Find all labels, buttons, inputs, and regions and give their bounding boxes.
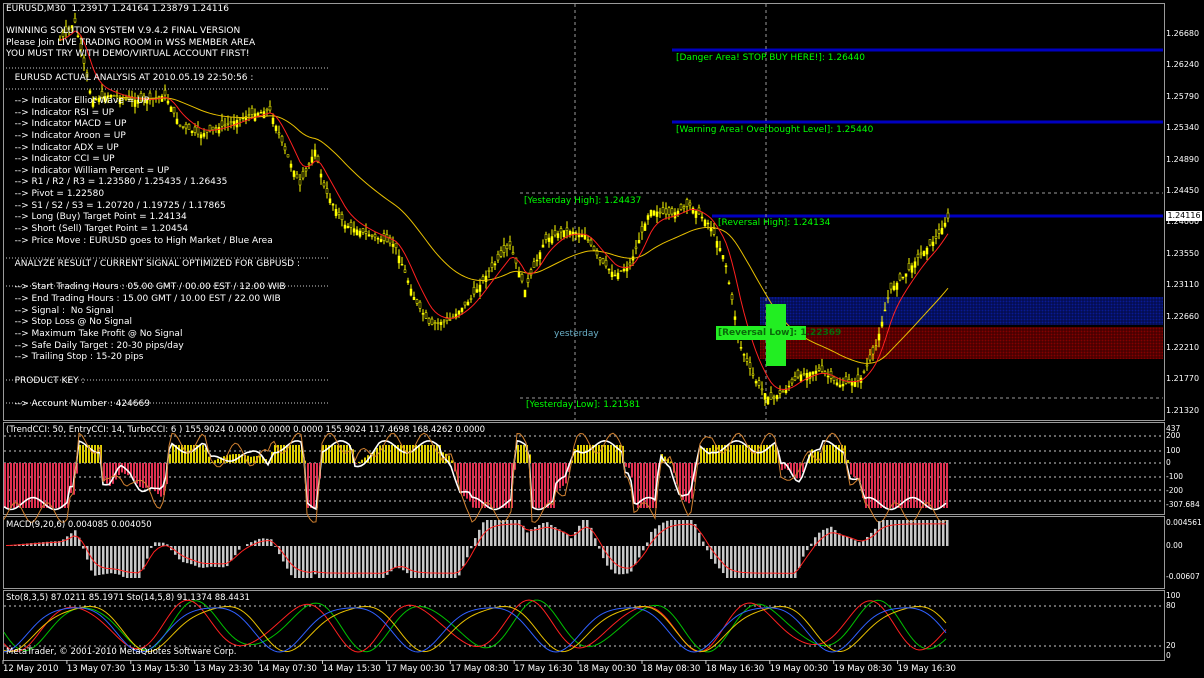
cci-tick-label: -307.684 [1166,500,1200,509]
time-tick-label: 12 May 2010 [3,664,59,674]
warning-area-label: [Warning Area! Overbought Level]: 1.2544… [676,125,874,135]
price-tick-label: 1.26240 [1166,60,1200,70]
price-tick-label: 1.22660 [1166,311,1200,321]
time-tick-label: 17 May 08:30 [450,664,509,674]
panel-line: --> S1 / S2 / S3 = 1.20720 / 1.19725 / 1… [6,200,226,211]
price-tick-label: 1.23110 [1166,280,1200,290]
panel-line: --> Indicator CCI = UP [6,154,115,165]
time-tick-label: 13 May 15:30 [130,664,190,674]
panel-line: --> Price Move : EURUSD goes to High Mar… [6,235,273,246]
danger-area-label: [Danger Area! STOP BUY HERE!]: 1.26440 [676,53,865,63]
price-tick-label: 1.21320 [1166,405,1200,415]
macd-title: MACD(9,20,6) 0.004085 0.004050 [6,520,152,530]
macd-tick-label: 0.004561 [1166,518,1202,527]
price-tick-label: 1.24890 [1166,154,1200,164]
price-tick-label: 1.25790 [1166,91,1200,101]
panel-line: --> Indicator MACD = UP [6,119,127,130]
time-tick-label: 19 May 16:30 [897,664,956,674]
sto-tick-label: 0 [1166,651,1171,660]
price-tick-label: 1.25340 [1166,123,1200,133]
panel-line: YOU MUST TRY WITH DEMO/VIRTUAL ACCOUNT F… [6,49,250,60]
panel-line: PRODUCT KEY : [6,375,85,386]
sto-tick-label: 20 [1166,641,1176,650]
sto-tick-label: 100 [1166,591,1181,600]
panel-line: ANALYZE RESULT / CURRENT SIGNAL OPTIMIZE… [6,259,300,269]
panel-line: --> Signal : No Signal [6,305,114,316]
cci-title: (TrendCCI: 50, EntryCCI: 14, TurboCCI: 6… [6,425,486,435]
panel-line: --> Stop Loss @ No Signal [6,317,133,328]
panel-line: --> Account Number : 424669 [6,398,150,409]
sto-k-fast [3,599,947,653]
panel-line: --> R1 / R2 / R3 = 1.23580 / 1.25435 / 1… [6,177,228,188]
panel-line: --> Pivot = 1.22580 [6,189,105,200]
panel-line: --> End Trading Hours : 15.00 GMT / 10.0… [6,293,281,304]
panel-line: --> Start Trading Hours : 05.00 GMT / 00… [6,282,286,293]
price-tick-label: 1.23550 [1166,248,1200,258]
panel-line: --> Long (Buy) Target Point = 1.24134 [6,212,187,223]
sto-grid [4,605,1163,647]
macd-tick-label: 0.00 [1166,541,1183,550]
time-tick-label: 14 May 07:30 [258,664,317,674]
panel-line: --> Safe Daily Target : 20-30 pips/day [6,340,184,351]
price-tick-label: 1.22210 [1166,343,1200,352]
panel-line: --> Short (Sell) Target Point = 1.20454 [6,224,189,235]
macd-tick-label: -0.00607 [1166,572,1200,581]
reversal-low-label: [Reversal Low]: 1.22369 [718,328,842,338]
yesterday-label: yesterday [554,329,599,339]
panel-line: --> Indicator Elliot Wave = UP [6,95,150,106]
time-tick-label: 18 May 16:30 [705,664,765,674]
price-tick-label: 1.21770 [1166,374,1200,384]
symbol-title: EURUSD,M30 1.23917 1.24164 1.23879 1.241… [6,4,230,14]
sto-title: Sto(8,3,5) 87.0211 85.1971 Sto(14,5,8) 9… [6,593,250,603]
panel-line: --> Indicator William Percent = UP [6,165,170,176]
time-tick-label: 19 May 00:30 [769,664,829,674]
time-tick-label: 13 May 23:30 [194,664,253,674]
panel-line: --> Trailing Stop : 15-20 pips [6,352,144,363]
panel-line: --> Indicator RSI = UP [6,107,115,118]
yesterday-high-label: [Yesterday High]: 1.24437 [524,196,642,206]
cci-tick-label: 200 [1166,431,1181,440]
time-tick-label: 19 May 08:30 [833,664,892,674]
cci-tick-label: -100 [1166,472,1184,481]
time-tick-label: 14 May 15:30 [322,664,381,674]
copyright-footer: MetaTrader, © 2001-2010 MetaQuotes Softw… [6,647,237,657]
cci-tick-label: 100 [1166,446,1181,455]
time-tick-label: 18 May 08:30 [642,664,701,674]
sto-tick-label: 80 [1166,601,1176,610]
price-tick-label: 1.26680 [1166,29,1200,38]
panel-line: --> Indicator ADX = UP [6,142,119,153]
time-tick-label: 17 May 16:30 [514,664,573,674]
current-price-tag: 1.24116 [1166,211,1202,221]
cci-tick-label: -200 [1166,486,1184,495]
time-tick-label: 18 May 00:30 [578,664,637,674]
time-tick-label: 17 May 00:30 [386,664,445,674]
cci-tick-label: 0 [1166,458,1171,467]
price-tick-label: 1.24450 [1166,186,1200,195]
panel-line: --> Indicator Aroon = UP [6,130,126,141]
panel-line: Please Join LIVE TRADING ROOM in WSS MEM… [6,37,256,48]
yesterday-low-label: [Yesterday Low]: 1.21581 [526,400,641,410]
panel-line: --> Maximum Take Profit @ No Signal [6,328,183,339]
panel-line: EURUSD ACTUAL ANALYSIS AT 2010.05.19 22:… [6,72,254,83]
reversal-high-label: [Reversal High]: 1.24134 [718,218,831,228]
panel-line: WINNING SOLUTION SYSTEM V.9.4.2 FINAL VE… [6,26,241,36]
time-tick-label: 13 May 07:30 [66,664,126,674]
